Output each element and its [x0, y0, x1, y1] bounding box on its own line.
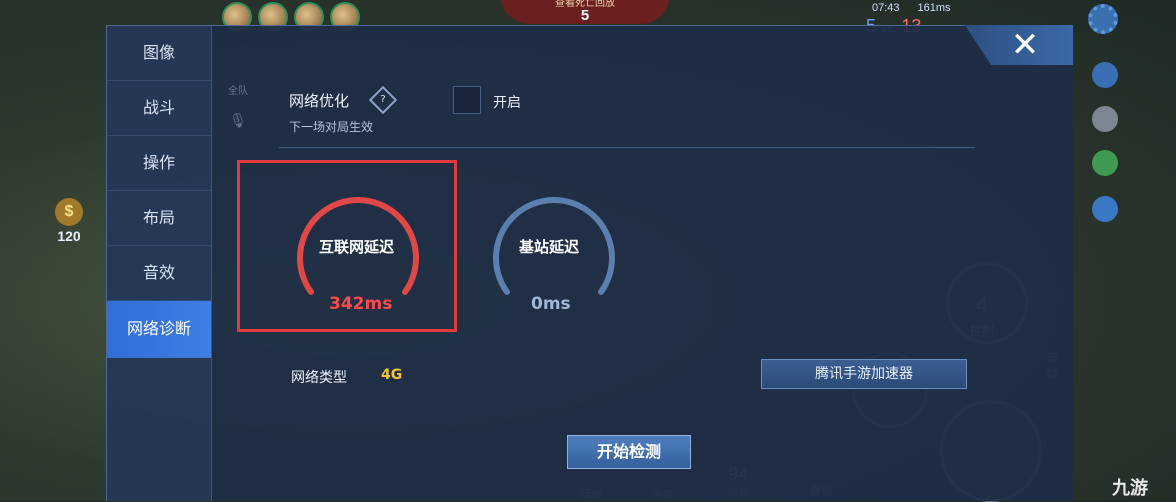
gold-counter[interactable]: $ 120 [55, 198, 83, 244]
tab-controls[interactable]: 操作 [107, 136, 211, 191]
watermark-logo: 九游 [1112, 478, 1148, 498]
clock: 07:43 [872, 2, 900, 14]
network-type-value: 4G [381, 367, 403, 383]
chat-bubble-icon[interactable] [1092, 196, 1118, 222]
tab-combat[interactable]: 战斗 [107, 81, 211, 136]
microphone-icon[interactable]: 🎙 [225, 113, 251, 129]
game-accelerator-button[interactable]: 腾讯手游加速器 [761, 359, 967, 389]
network-optimization-subtitle: 下一场对局生效 [289, 120, 374, 134]
start-detection-button[interactable]: 开始检测 [567, 435, 691, 469]
gold-amount: 120 [57, 228, 81, 244]
network-optimization-checkbox[interactable] [453, 86, 481, 114]
help-diamond-icon[interactable]: ? [368, 85, 398, 115]
help-mark: ? [380, 94, 386, 105]
internet-latency-value: 342ms [329, 294, 393, 314]
status-bar: 07:43 161ms [872, 2, 951, 14]
settings-panel: 图像 战斗 操作 布局 音效 网络诊断 ✕ 全队 🎙 网络优化 ? 下一场对局生… [106, 25, 1073, 501]
team-voice-toggles: 全队 🎙 [225, 82, 251, 142]
settings-tab-list: 图像 战斗 操作 布局 音效 网络诊断 [107, 26, 212, 501]
tab-graphics[interactable]: 图像 [107, 26, 211, 81]
network-optimization-toggle-label: 开启 [493, 95, 521, 111]
tab-sound[interactable]: 音效 [107, 246, 211, 301]
close-icon[interactable]: ✕ [1005, 26, 1045, 64]
section-divider [279, 147, 975, 148]
death-replay-count: 5 [580, 7, 590, 24]
tab-network-diagnosis[interactable]: 网络诊断 [107, 301, 211, 358]
network-optimization-title: 网络优化 [289, 92, 350, 110]
settings-gear-icon[interactable] [1088, 4, 1118, 34]
base-station-latency-label: 基站延迟 [519, 238, 580, 256]
tab-layout[interactable]: 布局 [107, 191, 211, 246]
death-replay-banner[interactable]: 查看死亡回放 5 [500, 0, 670, 24]
network-type-label: 网络类型 [291, 370, 347, 386]
defense-shield-icon[interactable] [1092, 106, 1118, 132]
gold-bag-icon: $ [55, 198, 83, 226]
ping-indicator: 161ms [917, 2, 951, 14]
base-station-latency-value: 0ms [531, 294, 571, 314]
team-channel-label[interactable]: 全队 [225, 82, 251, 97]
signal-flag-icon[interactable] [1092, 150, 1118, 176]
internet-latency-label: 互联网延迟 [319, 238, 395, 256]
attack-sword-icon[interactable] [1092, 62, 1118, 88]
